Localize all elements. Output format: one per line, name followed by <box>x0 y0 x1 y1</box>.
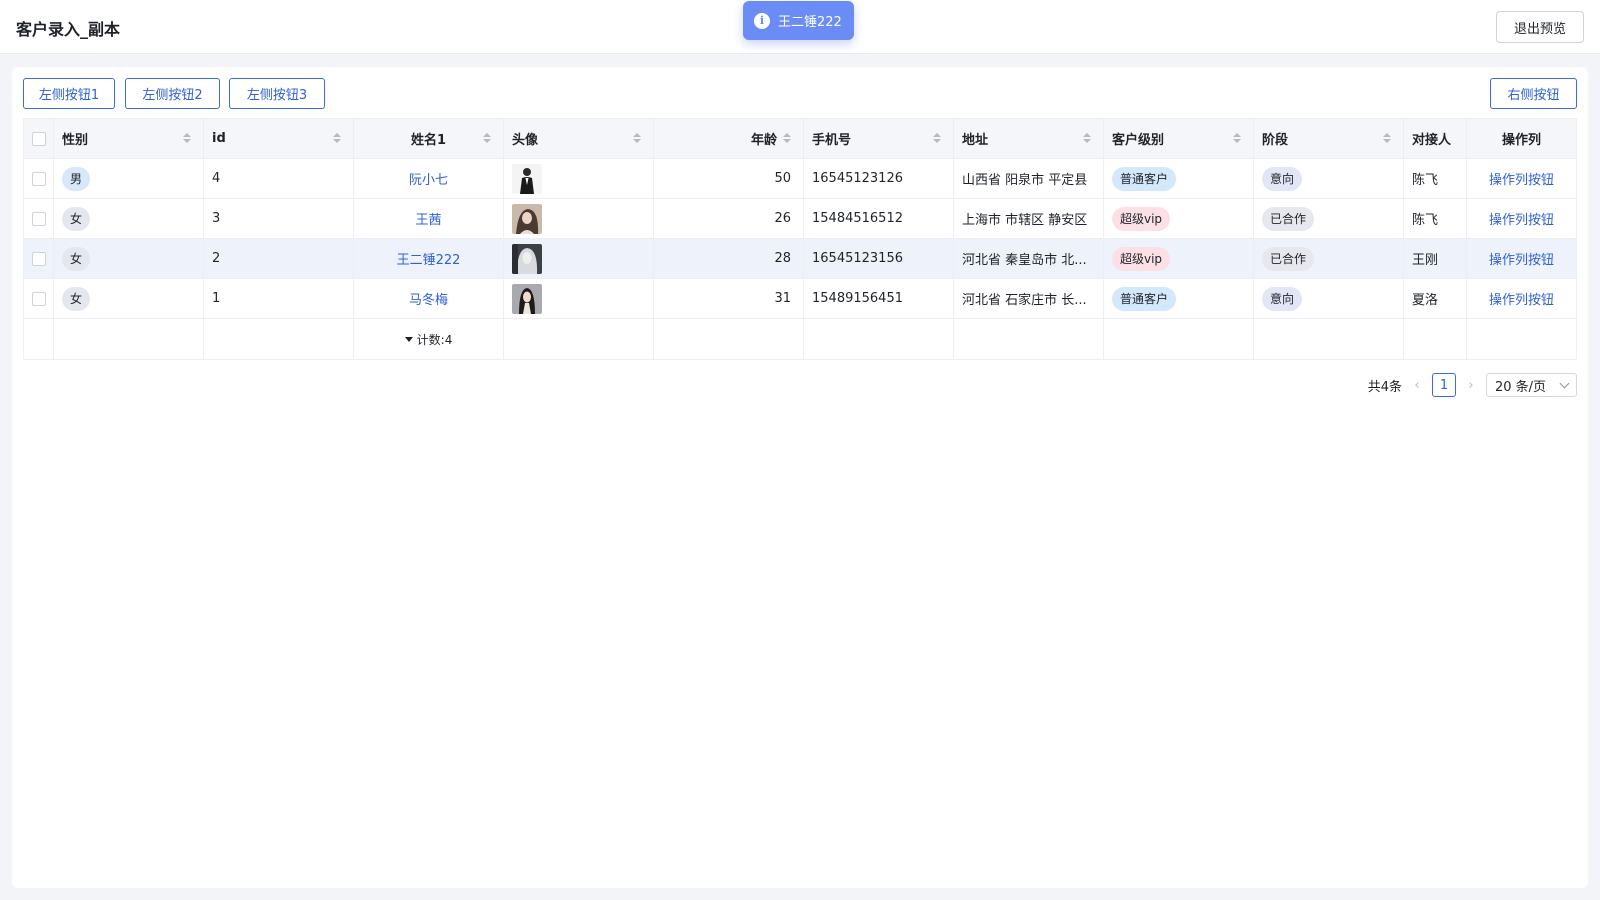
col-header-phone[interactable]: 手机号 <box>804 119 954 158</box>
age-cell: 26 <box>654 199 804 238</box>
address-cell: 山西省 阳泉市 平定县 <box>954 159 1104 198</box>
id-cell: 2 <box>204 239 354 278</box>
address-cell: 河北省 秦皇岛市 北... <box>954 239 1104 278</box>
row-checkbox[interactable] <box>31 251 46 266</box>
address-cell: 上海市 市辖区 静安区 <box>954 199 1104 238</box>
phone-cell: 16545123126 <box>804 159 954 198</box>
col-header-stage[interactable]: 阶段 <box>1254 119 1404 158</box>
sort-icon[interactable] <box>783 132 791 145</box>
avatar[interactable] <box>512 163 542 194</box>
contact-cell: 陈飞 <box>1404 199 1467 238</box>
col-header-age[interactable]: 年龄 <box>654 119 804 158</box>
count-summary[interactable]: 计数:4 <box>404 331 452 348</box>
page-size-select[interactable]: 20 条/页 <box>1486 373 1577 397</box>
chevron-down-icon <box>1559 378 1570 388</box>
page-title: 客户录入_副本 <box>16 20 121 39</box>
stage-tag: 意向 <box>1262 286 1303 311</box>
contact-cell: 夏洛 <box>1404 279 1467 318</box>
sort-icon[interactable] <box>933 133 941 145</box>
level-tag: 超级vip <box>1112 206 1171 231</box>
id-cell: 3 <box>204 199 354 238</box>
gender-tag: 男 <box>62 166 90 191</box>
contact-cell: 陈飞 <box>1404 159 1467 198</box>
sort-icon[interactable] <box>1383 133 1391 145</box>
table-row[interactable]: 男 4 阮小七 50 16545123126 山西省 阳泉市 平定县 普通客户 … <box>24 159 1576 199</box>
phone-cell: 15489156451 <box>804 279 954 318</box>
level-tag: 超级vip <box>1112 246 1171 271</box>
gender-tag: 女 <box>62 246 90 271</box>
sort-icon[interactable] <box>633 133 641 145</box>
op-button[interactable]: 操作列按钮 <box>1489 169 1554 188</box>
col-header-id[interactable]: id <box>204 119 354 158</box>
next-page-icon[interactable]: › <box>1464 378 1478 393</box>
sort-icon[interactable] <box>483 133 491 145</box>
sort-icon[interactable] <box>1083 133 1091 145</box>
avatar[interactable] <box>512 283 542 314</box>
total-count: 共4条 <box>1367 379 1402 395</box>
toast-text: 王二锤222 <box>778 15 842 30</box>
col-header-address[interactable]: 地址 <box>954 119 1104 158</box>
phone-cell: 16545123156 <box>804 239 954 278</box>
pagination: 共4条 ‹ 1 › 20 条/页 <box>1368 373 1577 397</box>
name-link[interactable]: 王二锤222 <box>397 249 461 268</box>
prev-page-icon[interactable]: ‹ <box>1410 378 1424 393</box>
level-tag: 普通客户 <box>1112 166 1177 191</box>
select-all-checkbox[interactable] <box>31 131 46 146</box>
col-header-contact: 对接人 <box>1404 119 1467 158</box>
op-button[interactable]: 操作列按钮 <box>1489 209 1554 228</box>
op-button[interactable]: 操作列按钮 <box>1489 289 1554 308</box>
stage-tag: 已合作 <box>1262 246 1315 271</box>
table-header-row: 性别 id 姓名1 头像 年龄 手机号 地址 客户级别 阶段 对接人 操作列 <box>24 119 1576 159</box>
toast-message: i 王二锤222 <box>743 1 854 40</box>
right-button[interactable]: 右侧按钮 <box>1490 78 1577 109</box>
col-header-op: 操作列 <box>1501 133 1541 148</box>
table-row[interactable]: 女 3 王茜 26 15484516512 上海市 市辖区 静安区 超级vip … <box>24 199 1576 239</box>
customer-table: 性别 id 姓名1 头像 年龄 手机号 地址 客户级别 阶段 对接人 操作列 男… <box>23 118 1577 360</box>
age-cell: 28 <box>654 239 804 278</box>
info-icon: i <box>754 12 770 29</box>
avatar[interactable] <box>512 203 542 234</box>
col-header-name[interactable]: 姓名1 <box>354 119 504 158</box>
table-row[interactable]: 女 2 王二锤222 28 16545123156 河北省 秦皇岛市 北... … <box>24 239 1576 279</box>
content-card: 左侧按钮1 左侧按钮2 左侧按钮3 右侧按钮 性别 id 姓名1 头像 年龄 手… <box>12 67 1588 888</box>
age-cell: 31 <box>654 279 804 318</box>
level-tag: 普通客户 <box>1112 286 1177 311</box>
gender-tag: 女 <box>62 286 90 311</box>
contact-cell: 王刚 <box>1404 239 1467 278</box>
col-header-avatar[interactable]: 头像 <box>504 119 654 158</box>
left-button-1[interactable]: 左侧按钮1 <box>23 78 115 109</box>
name-link[interactable]: 阮小七 <box>409 169 448 188</box>
exit-preview-button[interactable]: 退出预览 <box>1496 11 1584 43</box>
gender-tag: 女 <box>62 206 90 231</box>
row-checkbox[interactable] <box>31 211 46 226</box>
stage-tag: 已合作 <box>1262 206 1315 231</box>
page-number[interactable]: 1 <box>1432 373 1456 397</box>
row-checkbox[interactable] <box>31 171 46 186</box>
col-header-level[interactable]: 客户级别 <box>1104 119 1254 158</box>
select-all-cell <box>24 119 54 158</box>
op-button[interactable]: 操作列按钮 <box>1489 249 1554 268</box>
name-link[interactable]: 马冬梅 <box>409 289 448 308</box>
age-cell: 50 <box>654 159 804 198</box>
left-button-2[interactable]: 左侧按钮2 <box>125 78 220 109</box>
table-row[interactable]: 女 1 马冬梅 31 15489156451 河北省 石家庄市 长... 普通客… <box>24 279 1576 319</box>
sort-icon[interactable] <box>333 133 341 145</box>
address-cell: 河北省 石家庄市 长... <box>954 279 1104 318</box>
row-checkbox[interactable] <box>31 291 46 306</box>
avatar[interactable] <box>512 243 542 274</box>
id-cell: 1 <box>204 279 354 318</box>
id-cell: 4 <box>204 159 354 198</box>
table-footer-row: 计数:4 <box>24 319 1576 359</box>
name-link[interactable]: 王茜 <box>415 209 441 228</box>
left-button-3[interactable]: 左侧按钮3 <box>229 78 325 109</box>
col-header-gender[interactable]: 性别 <box>54 119 204 158</box>
phone-cell: 15484516512 <box>804 199 954 238</box>
sort-icon[interactable] <box>1233 133 1241 145</box>
stage-tag: 意向 <box>1262 166 1303 191</box>
caret-down-icon <box>404 336 413 342</box>
sort-icon[interactable] <box>183 133 191 145</box>
